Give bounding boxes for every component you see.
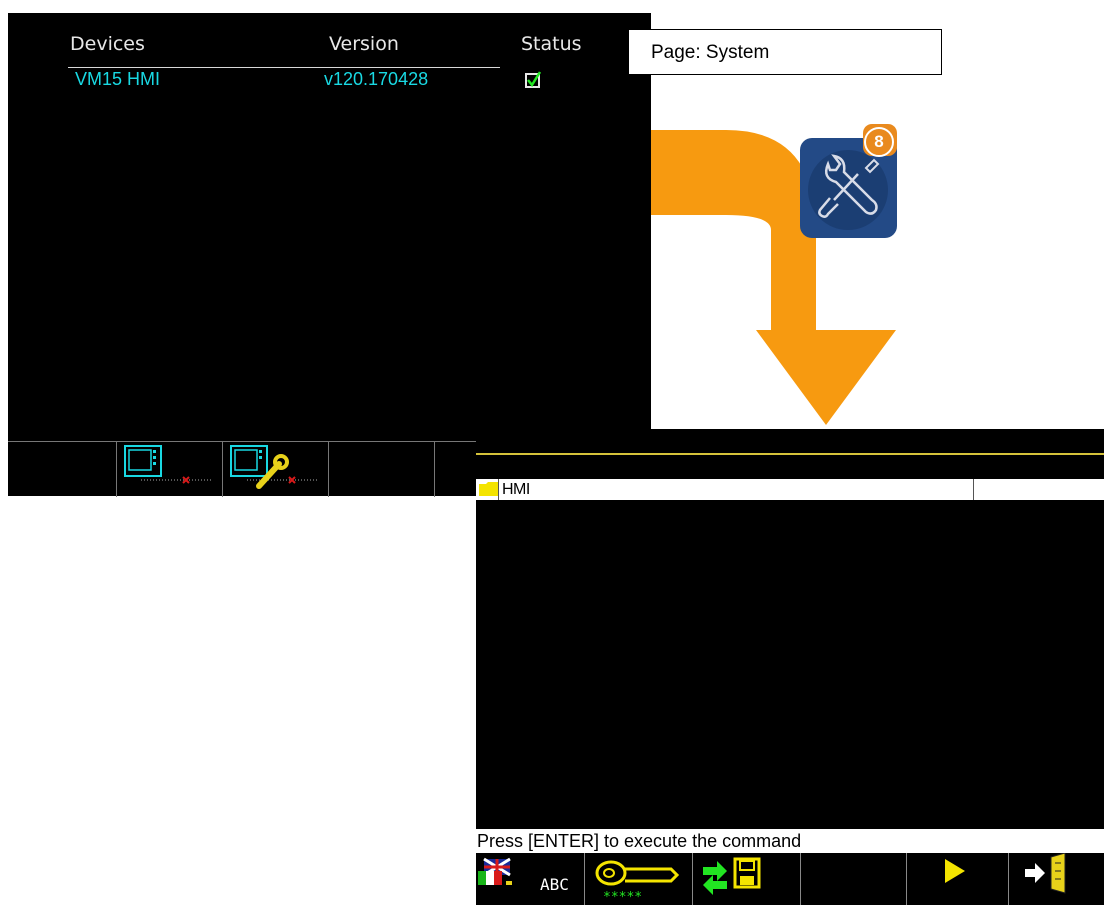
status-checkbox-icon[interactable] <box>524 71 542 89</box>
device-disconnect-button[interactable] <box>116 442 223 497</box>
language-keyboard-button[interactable]: ABC <box>476 853 584 905</box>
execute-button[interactable] <box>906 853 1009 905</box>
password-button[interactable]: ***** <box>584 853 693 905</box>
language-flag-icon <box>478 857 512 885</box>
svg-text:*****: ***** <box>603 890 642 905</box>
status-bar: Press [ENTER] to execute the command <box>476 829 1104 853</box>
folder-icon <box>479 482 498 496</box>
device-name-cell[interactable]: VM15 HMI <box>75 69 160 90</box>
sync-save-icon <box>703 857 761 895</box>
page-label-box: Page: System <box>628 29 942 75</box>
toolbar-empty-slot[interactable] <box>328 442 435 497</box>
status-text: Press [ENTER] to execute the command <box>477 831 802 851</box>
commands-screen: HMI Press [ENTER] to execute the command… <box>476 429 1104 905</box>
device-panel-icon <box>124 445 213 484</box>
header-divider <box>68 67 500 68</box>
exit-door-icon <box>1025 852 1066 894</box>
column-separator <box>973 479 974 500</box>
exit-button[interactable] <box>1008 852 1104 905</box>
notification-badge: 8 <box>863 124 897 157</box>
devices-column-header: Devices <box>70 33 145 55</box>
device-version-cell: v120.170428 <box>324 69 429 89</box>
save-sync-button[interactable] <box>692 853 801 905</box>
key-icon: ***** <box>595 860 680 905</box>
version-column-header: Version <box>329 33 399 55</box>
device-wrench-icon <box>230 445 319 489</box>
devices-screen: Devices Version Status VM15 HMI v120.170… <box>8 13 651 497</box>
page-label-text: Page: System <box>651 42 770 63</box>
toolbar-empty-slot[interactable] <box>800 853 907 905</box>
commands-toolbar: ABC ***** <box>476 852 1104 905</box>
abc-label: ABC <box>540 875 569 894</box>
folder-label: HMI <box>502 481 530 498</box>
badge-count: 8 <box>864 127 894 157</box>
list-item[interactable]: HMI <box>476 479 1104 500</box>
status-column-header: Status <box>521 33 582 55</box>
device-configure-button[interactable] <box>222 442 329 497</box>
play-icon <box>945 859 965 883</box>
column-separator <box>498 479 499 500</box>
header-divider <box>476 453 1104 455</box>
